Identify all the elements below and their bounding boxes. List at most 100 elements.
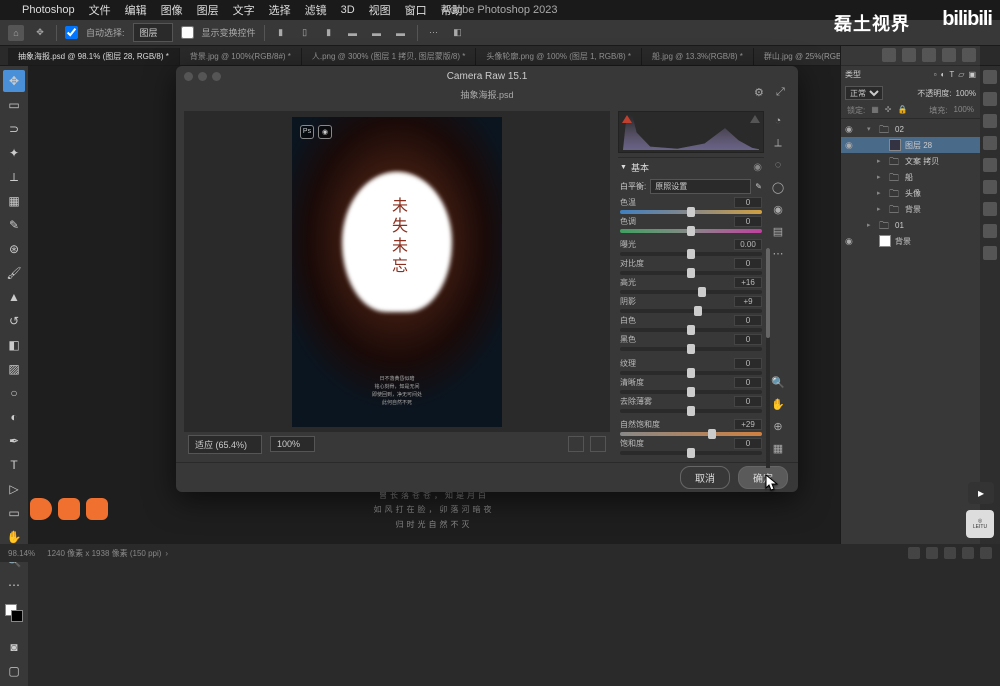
stamp-tool[interactable]: ▲ bbox=[3, 286, 25, 308]
shape-tool[interactable]: ▭ bbox=[3, 502, 25, 524]
slider-value[interactable]: +9 bbox=[734, 296, 762, 307]
zoom-mode-dropdown[interactable]: 适应 (65.4%) bbox=[188, 435, 262, 454]
slider-thumb[interactable] bbox=[687, 268, 695, 278]
layer-name[interactable]: 文案 拷贝 bbox=[905, 156, 939, 167]
hand-cr-icon[interactable]: ✋ bbox=[770, 396, 786, 412]
slider-track[interactable] bbox=[620, 451, 762, 455]
crop-cr-icon[interactable]: ⟂ bbox=[770, 135, 786, 151]
slider-value[interactable]: 0 bbox=[734, 396, 762, 407]
fullscreen-icon[interactable]: ⤢ bbox=[776, 86, 790, 100]
slider-高光[interactable]: 高光+16 bbox=[618, 276, 764, 295]
opacity-value[interactable]: 100% bbox=[956, 89, 976, 98]
swatches-panel-icon[interactable] bbox=[902, 48, 916, 62]
sampler-cr-icon[interactable]: ⊕ bbox=[770, 418, 786, 434]
settings-icon[interactable]: ⚙ bbox=[754, 86, 768, 100]
filter-shape-icon[interactable]: ▱ bbox=[958, 70, 964, 79]
slider-阴影[interactable]: 阴影+9 bbox=[618, 295, 764, 314]
menu-image[interactable]: 图像 bbox=[161, 2, 183, 18]
tab-1[interactable]: 背景.jpg @ 100%(RGB/8#) * bbox=[180, 48, 302, 65]
slider-白色[interactable]: 白色0 bbox=[618, 314, 764, 333]
panel-icon-2[interactable] bbox=[983, 92, 997, 106]
slider-清晰度[interactable]: 清晰度0 bbox=[618, 376, 764, 395]
basic-section-header[interactable]: ▼ 基本 ◉ bbox=[618, 157, 764, 177]
view-single-icon[interactable] bbox=[568, 436, 584, 452]
align-center-h-icon[interactable]: ▯ bbox=[297, 25, 313, 41]
slider-黑色[interactable]: 黑色0 bbox=[618, 333, 764, 352]
cancel-button[interactable]: 取消 bbox=[680, 466, 730, 489]
auto-select-dropdown[interactable]: 图层 bbox=[133, 23, 173, 42]
slider-自然饱和度[interactable]: 自然饱和度+29 bbox=[618, 418, 764, 437]
align-left-icon[interactable]: ▮ bbox=[273, 25, 289, 41]
menu-filter[interactable]: 滤镜 bbox=[305, 2, 327, 18]
slider-value[interactable]: +29 bbox=[734, 419, 762, 430]
panel-icon-1[interactable] bbox=[983, 70, 997, 84]
status-icon-1[interactable] bbox=[908, 547, 920, 559]
layer-name[interactable]: 02 bbox=[895, 125, 904, 134]
eraser-tool[interactable]: ◧ bbox=[3, 334, 25, 356]
shadow-clip-icon[interactable] bbox=[622, 115, 632, 123]
ok-button[interactable]: 确定 bbox=[738, 466, 788, 489]
more-icon[interactable] bbox=[962, 48, 976, 62]
expand-icon[interactable]: ▸ bbox=[877, 157, 885, 165]
layer-name[interactable]: 背景 bbox=[905, 204, 921, 215]
filter-type-icon[interactable]: T bbox=[949, 70, 954, 79]
expand-icon[interactable]: ▸ bbox=[877, 189, 885, 197]
eye-icon[interactable] bbox=[845, 188, 855, 198]
eyedropper-wb-icon[interactable]: ✎ bbox=[755, 182, 762, 191]
dodge-tool[interactable]: ◐ bbox=[3, 406, 25, 428]
layer-row[interactable]: ◉▾🗀02 bbox=[841, 121, 980, 137]
align-right-icon[interactable]: ▮ bbox=[321, 25, 337, 41]
slider-thumb[interactable] bbox=[687, 387, 695, 397]
filter-smart-icon[interactable]: ▣ bbox=[968, 70, 976, 79]
visibility-icon[interactable]: ◉ bbox=[753, 162, 762, 173]
highlight-clip-icon[interactable] bbox=[750, 115, 760, 123]
menu-edit[interactable]: 编辑 bbox=[125, 2, 147, 18]
slider-纹理[interactable]: 纹理0 bbox=[618, 357, 764, 376]
slider-value[interactable]: 0 bbox=[734, 358, 762, 369]
grid-cr-icon[interactable]: ▦ bbox=[770, 440, 786, 456]
status-icon-5[interactable] bbox=[980, 547, 992, 559]
layer-row[interactable]: ▸🗀01 bbox=[841, 217, 980, 233]
preview-image[interactable]: Ps ◉ 未失未忘 日不落黄昏似暗 铭心刻骨，知是无间 即使回到，净无可间处 此… bbox=[184, 111, 610, 432]
slider-track[interactable] bbox=[620, 409, 762, 413]
slider-thumb[interactable] bbox=[687, 325, 695, 335]
align-bottom-icon[interactable]: ▬ bbox=[393, 25, 409, 41]
frame-tool[interactable]: ▦ bbox=[3, 190, 25, 212]
filter-adj-icon[interactable]: ◐ bbox=[941, 70, 946, 79]
slider-thumb[interactable] bbox=[694, 306, 702, 316]
color-panel-icon[interactable] bbox=[882, 48, 896, 62]
wand-tool[interactable]: ✦ bbox=[3, 142, 25, 164]
more-cr-icon[interactable]: ⋯ bbox=[770, 245, 786, 261]
layer-row[interactable]: ▸🗀船 bbox=[841, 169, 980, 185]
slider-thumb[interactable] bbox=[687, 448, 695, 458]
status-chevron-icon[interactable]: › bbox=[165, 549, 168, 558]
slider-track[interactable] bbox=[620, 229, 762, 233]
layer-name[interactable]: 船 bbox=[905, 172, 913, 183]
wb-dropdown[interactable]: 原照设置 bbox=[650, 179, 751, 194]
distribute-icon[interactable]: ⋯ bbox=[426, 25, 442, 41]
blend-mode-select[interactable]: 正常 bbox=[845, 86, 883, 100]
status-icon-3[interactable] bbox=[944, 547, 956, 559]
layer-row[interactable]: ◉图层 28 bbox=[841, 137, 980, 153]
slider-track[interactable] bbox=[620, 290, 762, 294]
expand-icon[interactable]: ▸ bbox=[867, 221, 875, 229]
close-icon[interactable] bbox=[184, 72, 193, 81]
gradient-tool[interactable]: ▨ bbox=[3, 358, 25, 380]
menu-layer[interactable]: 图层 bbox=[197, 2, 219, 18]
slider-track[interactable] bbox=[620, 271, 762, 275]
mask-cr-icon[interactable]: ◯ bbox=[770, 179, 786, 195]
tab-4[interactable]: 船.jpg @ 13.3%(RGB/8) * bbox=[642, 48, 754, 65]
panel-icon-9[interactable] bbox=[983, 246, 997, 260]
slider-value[interactable]: 0 bbox=[734, 334, 762, 345]
minimize-icon[interactable] bbox=[198, 72, 207, 81]
slider-value[interactable]: 0 bbox=[734, 216, 762, 227]
screen-mode-tool[interactable]: ▢ bbox=[3, 660, 25, 682]
menu-window[interactable]: 窗口 bbox=[405, 2, 427, 18]
layer-name[interactable]: 头像 bbox=[905, 188, 921, 199]
menu-select[interactable]: 选择 bbox=[269, 2, 291, 18]
edit-tool-icon[interactable]: ◔ bbox=[770, 113, 786, 129]
move-tool[interactable]: ✥ bbox=[3, 70, 25, 92]
filter-pic-icon[interactable]: ▫ bbox=[934, 70, 937, 79]
heal-tool[interactable]: ⊛ bbox=[3, 238, 25, 260]
slider-thumb[interactable] bbox=[687, 368, 695, 378]
